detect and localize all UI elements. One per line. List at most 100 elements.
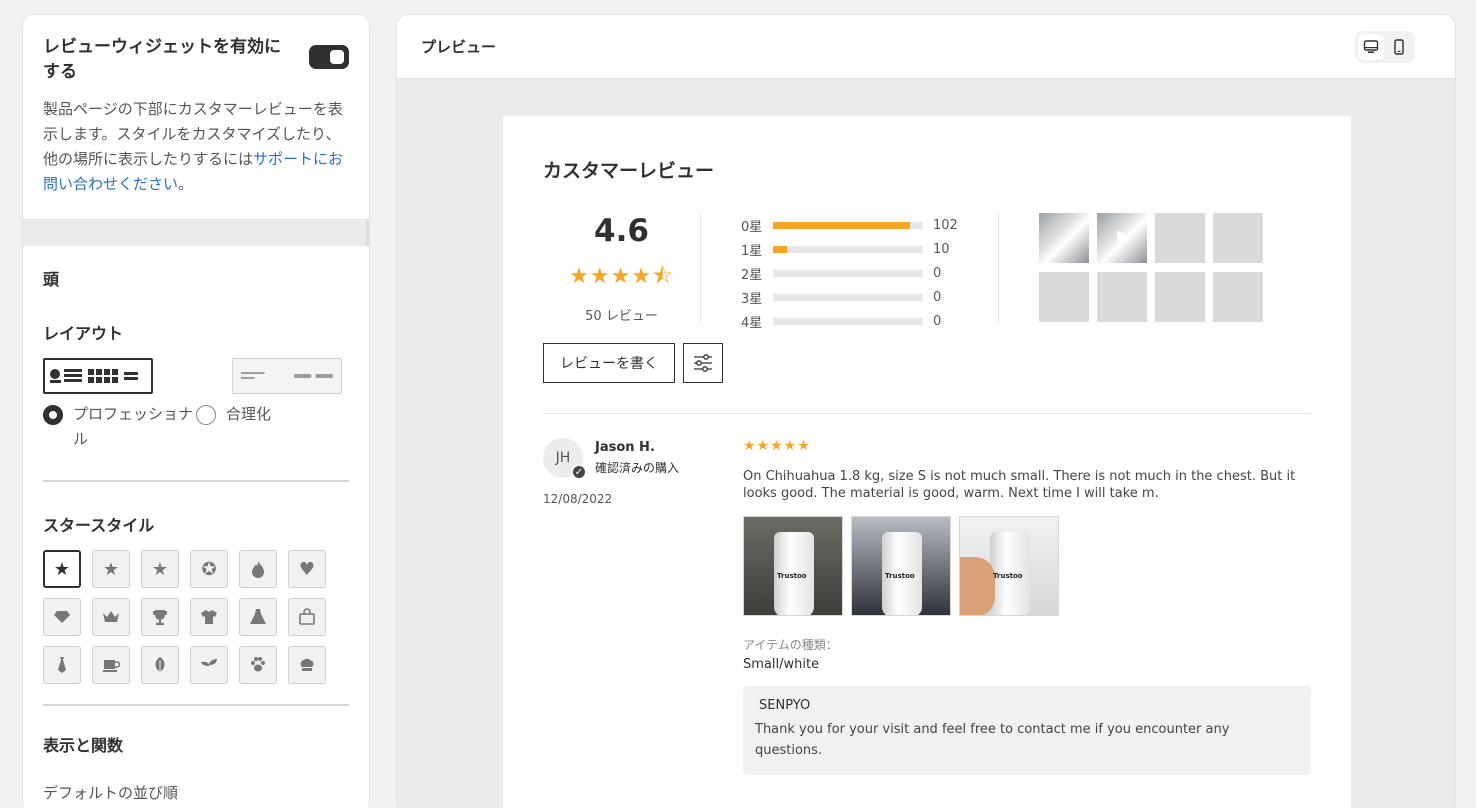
mobile-view-button[interactable] <box>1386 34 1412 60</box>
star-style-grid: ★ ★ ★ ✪ ♥ <box>43 550 349 684</box>
leaf-icon[interactable] <box>141 646 179 684</box>
rating-bar-label: 3星 <box>741 291 763 307</box>
media-thumbnail-placeholder <box>1039 272 1089 322</box>
review-photo[interactable]: Trustoo <box>959 516 1059 616</box>
layout-radio-streamlined[interactable] <box>196 405 216 425</box>
rating-bar-track <box>773 221 923 229</box>
layout-thumbnail-streamlined[interactable] <box>232 358 342 394</box>
media-thumbnail-placeholder <box>1155 272 1205 322</box>
hand-image <box>960 557 995 615</box>
crown-icon[interactable] <box>92 598 130 636</box>
rating-bar-row[interactable]: 1星 10 <box>741 237 998 261</box>
layout-radio-professional[interactable] <box>43 405 63 425</box>
mobile-icon <box>1394 38 1404 55</box>
layout-option-professional[interactable]: プロフェッショナル <box>43 358 196 452</box>
diamond-icon[interactable] <box>43 598 81 636</box>
review-widget: カスタマーレビュー 4.6 ★★★★⯪ 50 レビュー 0星 102 1星 10 <box>503 116 1351 808</box>
rating-distribution: 0星 102 1星 10 2星 0 3星 0 4星 0 <box>701 213 999 331</box>
rating-bar-count: 0 <box>933 265 942 281</box>
media-thumbnail-video[interactable] <box>1097 213 1147 263</box>
avatar: JH ✓ <box>543 438 587 480</box>
rating-bar-track <box>773 317 923 325</box>
shirt-icon[interactable] <box>190 598 228 636</box>
toggle-knob <box>330 50 344 64</box>
rating-bar-count: 0 <box>933 313 942 329</box>
rating-bar-track <box>773 245 923 253</box>
trophy-icon[interactable] <box>141 598 179 636</box>
rating-bar-count: 0 <box>933 289 942 305</box>
review-date: 12/08/2022 <box>543 492 613 506</box>
review-photos: Trustoo Trustoo Trustoo <box>743 516 1311 616</box>
write-review-button[interactable]: レビューを書く <box>543 343 675 383</box>
reviewer-name: Jason H. <box>595 440 655 455</box>
section-divider <box>23 220 369 246</box>
reviews-heading: カスタマーレビュー <box>543 160 715 182</box>
item-type-label: アイテムの種類： <box>743 638 838 652</box>
bag-icon[interactable] <box>288 598 326 636</box>
rating-bar-row[interactable]: 4星 0 <box>741 309 998 333</box>
rating-bar-label: 0星 <box>741 219 763 235</box>
layout-thumbnail-professional[interactable] <box>43 358 153 394</box>
average-rating-block: 4.6 ★★★★⯪ 50 レビュー <box>543 213 701 324</box>
item-type-value: Small/white <box>743 657 820 672</box>
star-thin-icon[interactable]: ★ <box>141 550 179 588</box>
review-photo[interactable]: Trustoo <box>851 516 951 616</box>
reply-text: Thank you for your visit and feel free t… <box>755 722 1230 758</box>
rating-bar-row[interactable]: 2星 0 <box>741 261 998 285</box>
filter-button[interactable] <box>683 343 723 383</box>
rating-summary: 4.6 ★★★★⯪ 50 レビュー 0星 102 1星 10 2星 0 3星 0… <box>543 213 1311 331</box>
media-thumbnail-placeholder <box>1213 272 1263 322</box>
divider <box>43 480 349 482</box>
review-count: 50 レビュー <box>585 309 658 324</box>
rating-bar-label: 1星 <box>741 243 763 259</box>
divider <box>43 704 349 706</box>
review-item: JH ✓ Jason H. 確認済みの購入 12/08/2022 ★★★★★ O… <box>543 438 1311 775</box>
media-thumbnail-placeholder <box>1097 272 1147 322</box>
layout-title: レイアウト <box>43 324 124 343</box>
cup-icon[interactable] <box>92 646 130 684</box>
rating-bar-row[interactable]: 0星 102 <box>741 213 998 237</box>
heart-icon[interactable]: ♥ <box>288 550 326 588</box>
star-filled-icon[interactable]: ★ <box>43 550 81 588</box>
rating-bar-row[interactable]: 3星 0 <box>741 285 998 309</box>
verified-purchase-label: 確認済みの購入 <box>595 461 680 475</box>
sprout-icon[interactable] <box>190 646 228 684</box>
review-photo[interactable]: Trustoo <box>743 516 843 616</box>
avatar-initials: JH <box>555 450 571 466</box>
desktop-icon <box>1363 39 1379 53</box>
enable-widget-title: レビューウィジェットを有効にする <box>43 37 281 82</box>
display-functions-title: 表示と関数 <box>43 736 124 755</box>
review-media-gallery <box>999 213 1263 323</box>
layout-label-professional: プロフェッショナル <box>73 405 194 448</box>
dress-icon[interactable] <box>239 598 277 636</box>
section-title-head: 頭 <box>43 270 60 289</box>
star-badge-icon[interactable]: ✪ <box>190 550 228 588</box>
preview-panel: プレビュー カスタマーレビュー 4.6 ★★★★⯪ 50 レビュー 0星 102 <box>396 14 1456 808</box>
filter-sliders-icon <box>694 354 712 372</box>
photo-brand-label: Trustoo <box>885 572 915 580</box>
layout-label-streamlined: 合理化 <box>226 405 272 423</box>
enable-widget-toggle[interactable] <box>309 45 349 69</box>
device-toggle <box>1355 30 1415 63</box>
settings-panel: レビューウィジェットを有効にする 製品ページの下部にカスタマーレビューを表示しま… <box>22 14 370 808</box>
review-text: On Chihuahua 1.8 kg, size S is not much … <box>743 469 1296 501</box>
verified-check-icon: ✓ <box>571 464 587 480</box>
review-actions: レビューを書く <box>543 343 1311 383</box>
layout-option-streamlined[interactable]: 合理化 <box>196 358 349 452</box>
media-thumbnail-photo[interactable] <box>1039 213 1089 263</box>
rating-bar-fill <box>773 245 787 253</box>
rating-bar-count: 102 <box>933 217 958 233</box>
tie-icon[interactable] <box>43 646 81 684</box>
chef-hat-icon[interactable] <box>288 646 326 684</box>
paw-icon[interactable] <box>239 646 277 684</box>
flame-icon[interactable] <box>239 550 277 588</box>
star-icon[interactable]: ★ <box>92 550 130 588</box>
preview-header: プレビュー <box>397 15 1455 79</box>
photo-brand-label: Trustoo <box>777 572 807 580</box>
rating-bar-count: 10 <box>933 241 950 257</box>
rating-bar-track <box>773 293 923 301</box>
layout-options: プロフェッショナル 合理化 <box>43 358 349 452</box>
reply-author: SENPYO <box>759 698 811 713</box>
desktop-view-button[interactable] <box>1358 33 1384 60</box>
merchant-reply: SENPYO Thank you for your visit and feel… <box>743 686 1311 775</box>
